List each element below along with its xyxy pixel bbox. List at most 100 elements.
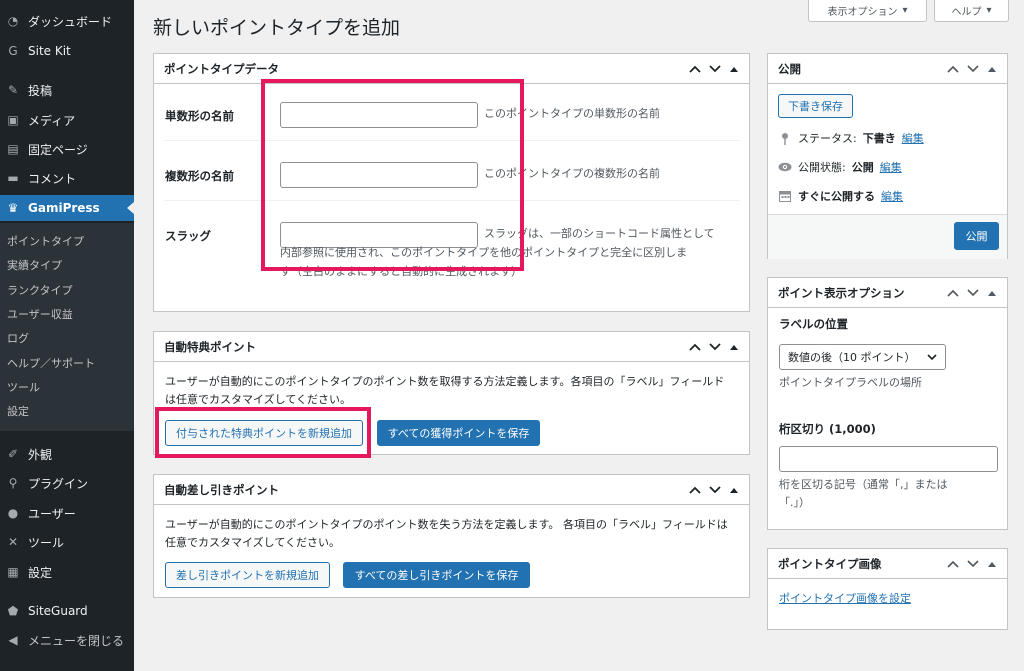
publish-box: 公開 下書き保存 ステータス: 下書き 編集 公開状態: 公開 編集 すぐに公開… (767, 53, 1008, 259)
submenu-item[interactable]: ランクタイプ (7, 282, 73, 298)
box-title: 自動差し引きポイント (164, 482, 279, 497)
toggle-triangle-icon[interactable] (987, 65, 997, 73)
point-type-image-box: ポイントタイプ画像 ポイントタイプ画像を設定 (767, 548, 1008, 630)
submenu-item[interactable]: ヘルプ／サポート (7, 355, 95, 371)
sidebar-item-dashboard[interactable]: ◔ ダッシュボード (0, 8, 134, 34)
sidebar-item-sitekit[interactable]: G Site Kit (0, 38, 134, 64)
sidebar-item-crown[interactable]: ♛ GamiPress (0, 195, 134, 221)
award-desc-line1: ユーザーが自動的にこのポイントタイプのポイント数を取得する方法定義します。各項目… (165, 375, 725, 388)
sidebar-item-collapse[interactable]: ◀ メニューを閉じる (0, 627, 134, 653)
add-deduct-button[interactable]: 差し引きポイントを新規追加 (165, 562, 330, 588)
sidebar-item-plugin[interactable]: ⚲ プラグイン (0, 470, 134, 496)
status-label: ステータス: (798, 132, 857, 145)
edit-schedule-link[interactable]: 編集 (881, 188, 903, 204)
sidebar-item-media[interactable]: ▣ メディア (0, 107, 134, 133)
chevron-down-icon[interactable] (709, 342, 721, 351)
set-point-type-image-link[interactable]: ポイントタイプ画像を設定 (779, 590, 911, 608)
toggle-triangle-icon[interactable] (729, 65, 739, 73)
user-icon: ● (7, 506, 19, 520)
toggle-triangle-icon[interactable] (987, 560, 997, 568)
chevron-up-icon[interactable] (689, 343, 701, 351)
sidebar-item-label: ツール (28, 535, 65, 550)
caret-down-icon: ▾ (902, 5, 908, 16)
toggle-triangle-icon[interactable] (729, 343, 739, 351)
box-title: ポイントタイプ画像 (778, 556, 882, 571)
add-award-button[interactable]: 付与された特典ポイントを新規追加 (165, 420, 363, 446)
singular-name-input[interactable] (280, 102, 478, 128)
toggle-triangle-icon[interactable] (729, 486, 739, 494)
publish-button[interactable]: 公開 (954, 222, 999, 250)
chevron-down-icon[interactable] (709, 485, 721, 494)
edit-visibility-link[interactable]: 編集 (880, 159, 902, 175)
screen-options-label: 表示オプション (827, 7, 898, 18)
submenu-item[interactable]: ポイントタイプ (7, 233, 84, 249)
sidebar-item-pin[interactable]: ✎ 投稿 (0, 77, 134, 103)
save-all-awards-button[interactable]: すべての獲得ポイントを保存 (377, 420, 540, 446)
thousands-separator-heading: 桁区切り (1,000) (779, 422, 876, 436)
sidebar-item-settings[interactable]: ▦ 設定 (0, 559, 134, 585)
sidebar-item-label: 投稿 (28, 83, 53, 98)
thousands-separator-input[interactable] (779, 446, 998, 472)
collapse-icon: ◀ (8, 633, 18, 647)
chevron-up-icon[interactable] (947, 65, 959, 73)
sidebar-item-page[interactable]: ▤ 固定ページ (0, 136, 134, 162)
row-divider (164, 200, 740, 201)
label-position-select[interactable]: 数値の後（10 ポイント） (779, 344, 946, 370)
deduct-desc-line1: ユーザーが自動的にこのポイントタイプのポイント数を失う方法を定義します。 各項目… (165, 518, 728, 531)
box-title: ポイントタイプデータ (164, 61, 279, 76)
crown-icon: ♛ (7, 201, 19, 215)
sidebar-item-user[interactable]: ● ユーザー (0, 500, 134, 526)
submenu-item[interactable]: 設定 (7, 403, 29, 419)
schedule-row: すぐに公開する 編集 (778, 188, 903, 204)
chevron-down-icon (927, 351, 937, 364)
calendar-icon (778, 190, 792, 202)
deduct-desc-line2: 任意でカスタマイズしてください。 (165, 536, 341, 549)
sidebar-item-comment[interactable]: ▬ コメント (0, 165, 134, 191)
sidebar-item-wrench[interactable]: ✕ ツール (0, 529, 134, 555)
deduct-points-box: 自動差し引きポイント ユーザーが自動的にこのポイントタイプのポイント数を失う方法… (153, 474, 750, 598)
sidebar-item-label: ダッシュボード (28, 14, 113, 29)
chevron-up-icon[interactable] (947, 289, 959, 297)
status-row: ステータス: 下書き 編集 (778, 130, 924, 146)
award-points-box: 自動特典ポイント ユーザーが自動的にこのポイントタイプのポイント数を取得する方法… (153, 331, 750, 455)
media-icon: ▣ (7, 113, 19, 127)
sidebar-item-label: 固定ページ (28, 142, 88, 157)
sidebar-item-label: Site Kit (28, 44, 71, 58)
singular-name-label: 単数形の名前 (165, 109, 234, 123)
sidebar-item-shield[interactable]: ⬟ SiteGuard (0, 598, 134, 624)
screen-options-button[interactable]: 表示オプション ▾ (808, 0, 927, 22)
plural-name-desc: このポイントタイプの複数形の名前 (484, 167, 660, 180)
submenu-item[interactable]: ログ (7, 330, 29, 346)
chevron-down-icon[interactable] (967, 288, 979, 297)
award-desc-line2: は任意でカスタマイズしてください。 (165, 393, 352, 406)
edit-status-link[interactable]: 編集 (902, 130, 924, 146)
chevron-down-icon[interactable] (709, 64, 721, 73)
caret-down-icon: ▾ (986, 5, 992, 16)
toggle-triangle-icon[interactable] (987, 289, 997, 297)
save-all-deducts-button[interactable]: すべての差し引きポイントを保存 (343, 562, 530, 588)
visibility-value: 公開 (851, 161, 874, 174)
sidebar-item-label: 設定 (28, 565, 53, 580)
visibility-label: 公開状態: (798, 161, 846, 174)
chevron-up-icon[interactable] (689, 486, 701, 494)
sidebar-item-label: 外観 (28, 447, 53, 462)
save-draft-button[interactable]: 下書き保存 (778, 94, 853, 118)
sidebar-item-label: SiteGuard (28, 604, 88, 618)
submenu-item[interactable]: ユーザー収益 (7, 306, 73, 322)
point-type-data-box: ポイントタイプデータ 単数形の名前 このポイントタイプの単数形の名前 複数形の名… (153, 53, 750, 312)
chevron-up-icon[interactable] (947, 560, 959, 568)
submenu-item[interactable]: ツール (7, 379, 40, 395)
sidebar-item-brush[interactable]: ✐ 外観 (0, 441, 134, 467)
admin-sidebar: ポイントタイプ 実績タイプ ランクタイプ ユーザー収益 ログ ヘルプ／サポート ツール 設定 … (0, 0, 134, 671)
chevron-down-icon[interactable] (967, 64, 979, 73)
sidebar-item-label: メディア (28, 113, 76, 128)
submenu-item[interactable]: 実績タイプ (7, 257, 62, 273)
box-title: 公開 (778, 61, 801, 76)
plural-name-input[interactable] (280, 162, 478, 188)
dashboard-icon: ◔ (7, 14, 19, 28)
sidebar-item-label: コメント (28, 171, 77, 186)
chevron-up-icon[interactable] (689, 65, 701, 73)
chevron-down-icon[interactable] (967, 559, 979, 568)
row-divider (164, 140, 740, 141)
help-button[interactable]: ヘルプ ▾ (934, 0, 1009, 22)
